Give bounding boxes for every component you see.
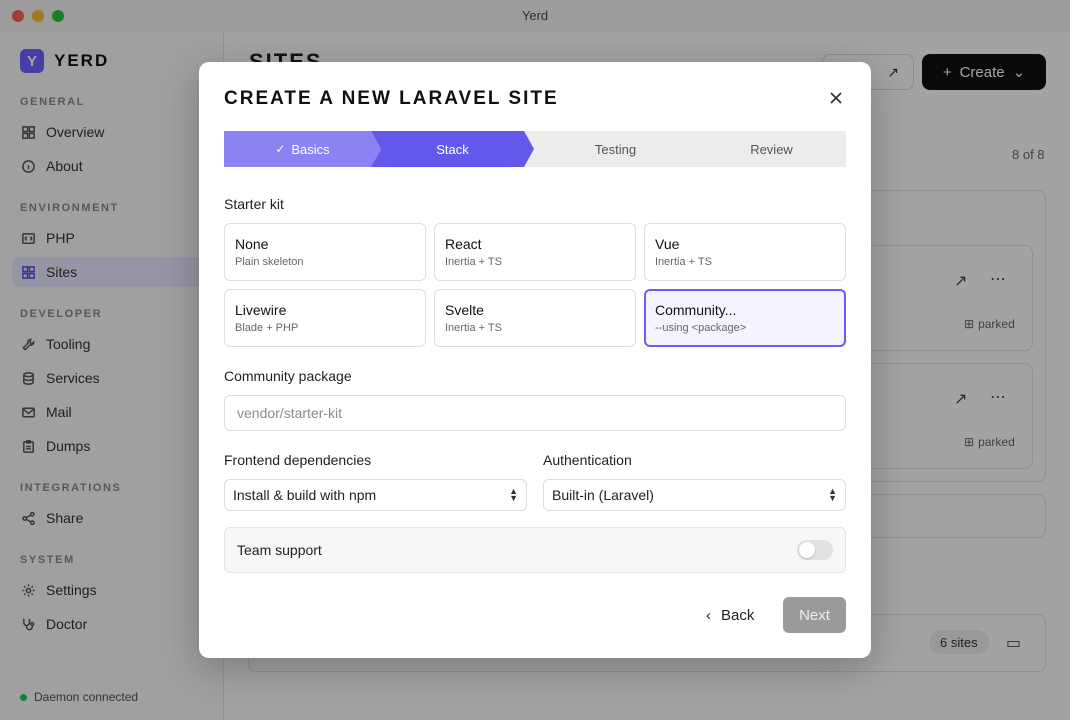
team-support-toggle[interactable] — [797, 540, 833, 560]
kit-name: None — [235, 236, 269, 252]
step-stack[interactable]: Stack — [371, 131, 534, 167]
step-label: Stack — [436, 141, 469, 157]
kit-name: Svelte — [445, 302, 484, 318]
updown-chevron-icon: ▲ ▼ — [509, 486, 518, 503]
select-value: Install & build with npm — [233, 487, 377, 503]
step-label: Testing — [594, 141, 637, 157]
kit-name: Vue — [655, 236, 680, 252]
next-button[interactable]: Next — [783, 597, 846, 633]
kit-description: Inertia + TS — [445, 322, 502, 334]
authentication-select[interactable]: Built-in (Laravel) ▲ ▼ — [543, 479, 846, 511]
updown-chevron-icon: ▲ ▼ — [828, 486, 837, 503]
back-label: Back — [721, 606, 755, 624]
dialog-title: CREATE A NEW LARAVEL SITE — [224, 88, 559, 109]
kit-option-none[interactable]: None Plain skeleton — [224, 223, 426, 281]
authentication-label: Authentication — [543, 452, 632, 468]
community-package-input[interactable] — [224, 395, 846, 431]
step-label: Review — [750, 141, 793, 157]
kit-option-react[interactable]: React Inertia + TS — [434, 223, 636, 281]
kit-description: Inertia + TS — [445, 256, 502, 268]
close-dialog-button[interactable] — [825, 87, 847, 109]
kit-option-vue[interactable]: Vue Inertia + TS — [644, 223, 846, 281]
step-basics[interactable]: ✓ Basics — [224, 131, 381, 167]
frontend-deps-select[interactable]: Install & build with npm ▲ ▼ — [224, 479, 527, 511]
create-site-dialog: CREATE A NEW LARAVEL SITE ✓ Basics Stack… — [199, 62, 871, 658]
chevron-left-icon: ‹ — [706, 606, 711, 624]
kit-option-livewire[interactable]: Livewire Blade + PHP — [224, 289, 426, 347]
kit-option-svelte[interactable]: Svelte Inertia + TS — [434, 289, 636, 347]
kit-description: Inertia + TS — [655, 256, 712, 268]
team-support-label: Team support — [237, 542, 322, 558]
community-package-label: Community package — [224, 368, 352, 384]
starter-kit-label: Starter kit — [224, 196, 284, 212]
step-testing[interactable]: Testing — [534, 131, 697, 167]
kit-description: Blade + PHP — [235, 322, 299, 334]
kit-name: Livewire — [235, 302, 287, 318]
kit-name: React — [445, 236, 482, 252]
kit-description: Plain skeleton — [235, 256, 304, 268]
step-label: Basics — [291, 141, 330, 157]
frontend-deps-label: Frontend dependencies — [224, 452, 372, 468]
back-button[interactable]: ‹ Back — [704, 598, 756, 632]
select-value: Built-in (Laravel) — [552, 487, 654, 503]
wizard-steps: ✓ Basics Stack Testing Review — [224, 131, 846, 167]
team-support-row: Team support — [224, 527, 846, 573]
kit-description: --using <package> — [655, 322, 747, 334]
toggle-knob — [799, 542, 815, 558]
kit-option-community[interactable]: Community... --using <package> — [644, 289, 846, 347]
close-icon — [830, 92, 842, 104]
kit-name: Community... — [655, 302, 737, 318]
step-review[interactable]: Review — [690, 131, 853, 167]
check-icon: ✓ — [275, 142, 286, 156]
